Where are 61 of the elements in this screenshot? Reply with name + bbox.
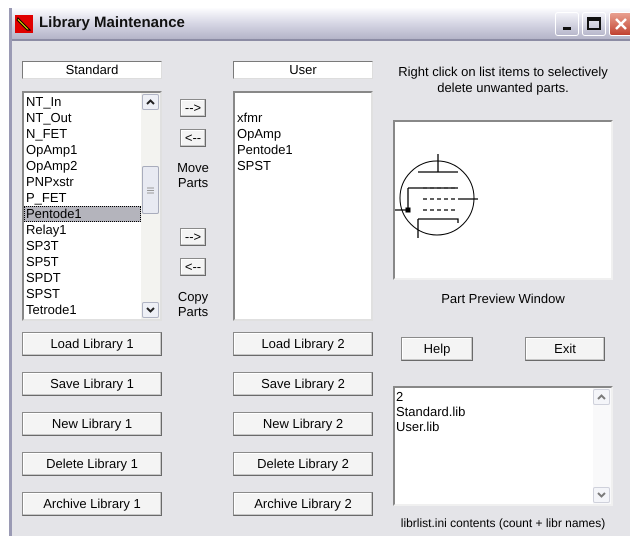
parts-list-item[interactable]: PNPxstr [24, 174, 141, 190]
scroll-up-button[interactable] [142, 94, 159, 110]
minimize-icon [563, 26, 571, 30]
library-name-field: User [233, 61, 373, 79]
close-button[interactable] [609, 12, 630, 36]
parts-list-item[interactable]: SPST [24, 286, 141, 302]
preview-caption: Part Preview Window [441, 290, 565, 308]
transfer-button[interactable]: <-- [180, 129, 206, 147]
parts-list-item[interactable]: xfmr [235, 110, 371, 126]
scroll-down-button[interactable] [142, 302, 159, 318]
parts-list-item[interactable]: OpAmp [235, 126, 371, 142]
chevron-down-icon [146, 307, 155, 313]
librlist-line: Standard.lib [396, 404, 466, 418]
chevron-up-icon [146, 99, 155, 105]
parts-list-item[interactable]: SP5T [24, 254, 141, 270]
parts-list-item[interactable]: OpAmp2 [24, 158, 141, 174]
librlist-line: 2 [396, 388, 404, 404]
action-button[interactable]: Help [401, 336, 473, 360]
library-button[interactable]: Delete Library 2 [233, 452, 373, 476]
library-button[interactable]: Delete Library 1 [22, 452, 162, 476]
close-icon [614, 16, 628, 30]
parts-list-item[interactable]: N_FET [24, 126, 141, 142]
transfer-caption: Copy Parts [176, 289, 210, 319]
chevron-up-icon [597, 394, 606, 400]
hint-text: Right click on list items to selectively delete unwanted parts. [397, 64, 609, 96]
transfer-button[interactable]: --> [180, 99, 206, 117]
parts-list-item[interactable]: OpAmp1 [24, 142, 141, 158]
transfer-button[interactable]: <-- [180, 258, 206, 276]
parts-list-item[interactable]: NT_In [24, 94, 141, 110]
parts-list-item[interactable]: Pentode1 [235, 142, 371, 158]
parts-list-item[interactable]: SP3T [24, 238, 141, 254]
parts-list-item[interactable]: NT_Out [24, 110, 141, 126]
librlist-line: User.lib [396, 418, 440, 434]
action-button[interactable]: Exit [525, 336, 605, 360]
parts-list-item[interactable]: Pentode1 [24, 206, 141, 222]
library-button[interactable]: Archive Library 1 [22, 492, 162, 516]
parts-list-item[interactable]: Relay1 [24, 222, 141, 238]
library-button[interactable]: New Library 1 [22, 412, 162, 436]
transfer-button[interactable]: --> [180, 228, 206, 246]
library-button[interactable]: Load Library 2 [233, 332, 373, 356]
maximize-icon [587, 17, 601, 30]
window-title: Library Maintenance [39, 13, 185, 34]
library-name-field: Standard [22, 61, 162, 79]
library-button[interactable]: Load Library 1 [22, 332, 162, 356]
parts-list-item[interactable]: SPST [235, 158, 371, 174]
library-button[interactable]: New Library 2 [233, 412, 373, 436]
library-button[interactable]: Archive Library 2 [233, 492, 373, 516]
librlist-caption: librlist.ini contents (count + libr names) [400, 514, 606, 532]
pencil-icon [15, 14, 33, 32]
transfer-caption: Move Parts [176, 160, 210, 190]
scroll-thumb[interactable] [142, 166, 159, 214]
library-button[interactable]: Save Library 2 [233, 372, 373, 396]
grip-icon [147, 186, 154, 194]
parts-list-item[interactable]: SPDT [24, 270, 141, 286]
maximize-button[interactable] [582, 12, 606, 36]
parts-list-item[interactable]: P_FET [24, 190, 141, 206]
chevron-down-icon [597, 492, 606, 498]
minimize-button[interactable] [555, 12, 579, 36]
parts-list-item[interactable]: Tetrode1 [24, 302, 141, 318]
library-button[interactable]: Save Library 1 [22, 372, 162, 396]
scrollbar[interactable] [141, 93, 160, 319]
